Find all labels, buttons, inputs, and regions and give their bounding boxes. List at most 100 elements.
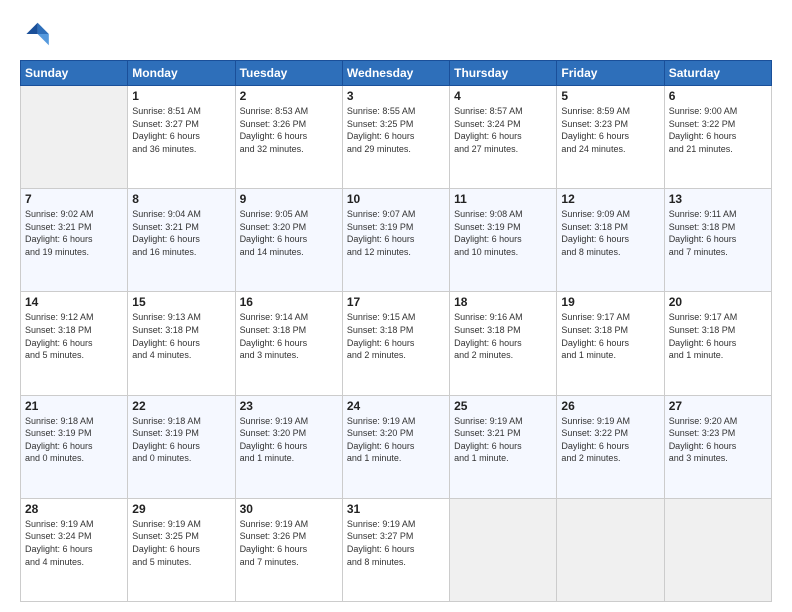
day-info: Sunrise: 9:19 AM Sunset: 3:26 PM Dayligh… [240, 518, 338, 568]
calendar-cell: 9 Sunrise: 9:05 AM Sunset: 3:20 PM Daylig… [235, 189, 342, 292]
day-number: 20 [669, 295, 767, 309]
calendar-cell: 14 Sunrise: 9:12 AM Sunset: 3:18 PM Dayli… [21, 292, 128, 395]
calendar-cell: 6Sunrise: 9:00 AM Sunset: 3:22 PM Daylig… [664, 86, 771, 189]
day-info: Sunrise: 8:59 AM Sunset: 3:23 PM Dayligh… [561, 105, 659, 155]
day-info: Sunrise: 9:19 AM Sunset: 3:20 PM Dayligh… [240, 415, 338, 465]
day-number: 13 [669, 192, 767, 206]
calendar-cell: 29 Sunrise: 9:19 AM Sunset: 3:25 PM Dayli… [128, 498, 235, 601]
calendar-cell [557, 498, 664, 601]
calendar-cell: 11Sunrise: 9:08 AM Sunset: 3:19 PM Dayli… [450, 189, 557, 292]
calendar-cell: 24 Sunrise: 9:19 AM Sunset: 3:20 PM Dayli… [342, 395, 449, 498]
day-info: Sunrise: 9:15 AM Sunset: 3:18 PM Dayligh… [347, 311, 445, 361]
calendar-cell: 8 Sunrise: 9:04 AM Sunset: 3:21 PM Daylig… [128, 189, 235, 292]
calendar-cell: 12 Sunrise: 9:09 AM Sunset: 3:18 PM Dayli… [557, 189, 664, 292]
day-info: Sunrise: 9:09 AM Sunset: 3:18 PM Dayligh… [561, 208, 659, 258]
weekday-header-wednesday: Wednesday [342, 61, 449, 86]
day-info: Sunrise: 8:53 AM Sunset: 3:26 PM Dayligh… [240, 105, 338, 155]
calendar-week-2: 7 Sunrise: 9:02 AM Sunset: 3:21 PM Daylig… [21, 189, 772, 292]
day-number: 6 [669, 89, 767, 103]
day-info: Sunrise: 9:08 AM Sunset: 3:19 PM Dayligh… [454, 208, 552, 258]
header [20, 18, 772, 50]
calendar-cell: 2Sunrise: 8:53 AM Sunset: 3:26 PM Daylig… [235, 86, 342, 189]
day-info: Sunrise: 9:19 AM Sunset: 3:20 PM Dayligh… [347, 415, 445, 465]
day-info: Sunrise: 9:19 AM Sunset: 3:27 PM Dayligh… [347, 518, 445, 568]
day-number: 12 [561, 192, 659, 206]
day-info: Sunrise: 9:13 AM Sunset: 3:18 PM Dayligh… [132, 311, 230, 361]
day-info: Sunrise: 9:14 AM Sunset: 3:18 PM Dayligh… [240, 311, 338, 361]
day-number: 19 [561, 295, 659, 309]
day-info: Sunrise: 9:07 AM Sunset: 3:19 PM Dayligh… [347, 208, 445, 258]
calendar-week-3: 14 Sunrise: 9:12 AM Sunset: 3:18 PM Dayli… [21, 292, 772, 395]
day-info: Sunrise: 9:04 AM Sunset: 3:21 PM Dayligh… [132, 208, 230, 258]
day-number: 21 [25, 399, 123, 413]
day-number: 22 [132, 399, 230, 413]
page: SundayMondayTuesdayWednesdayThursdayFrid… [0, 0, 792, 612]
calendar-cell: 18Sunrise: 9:16 AM Sunset: 3:18 PM Dayli… [450, 292, 557, 395]
weekday-header-sunday: Sunday [21, 61, 128, 86]
calendar-cell [664, 498, 771, 601]
day-info: Sunrise: 9:05 AM Sunset: 3:20 PM Dayligh… [240, 208, 338, 258]
weekday-header-thursday: Thursday [450, 61, 557, 86]
calendar-cell: 17Sunrise: 9:15 AM Sunset: 3:18 PM Dayli… [342, 292, 449, 395]
calendar-cell: 31 Sunrise: 9:19 AM Sunset: 3:27 PM Dayli… [342, 498, 449, 601]
calendar-cell: 23 Sunrise: 9:19 AM Sunset: 3:20 PM Dayli… [235, 395, 342, 498]
day-number: 16 [240, 295, 338, 309]
day-number: 10 [347, 192, 445, 206]
weekday-header-saturday: Saturday [664, 61, 771, 86]
day-info: Sunrise: 9:18 AM Sunset: 3:19 PM Dayligh… [25, 415, 123, 465]
day-info: Sunrise: 9:19 AM Sunset: 3:21 PM Dayligh… [454, 415, 552, 465]
calendar-cell: 1Sunrise: 8:51 AM Sunset: 3:27 PM Daylig… [128, 86, 235, 189]
calendar-cell: 19 Sunrise: 9:17 AM Sunset: 3:18 PM Dayli… [557, 292, 664, 395]
calendar-cell: 13 Sunrise: 9:11 AM Sunset: 3:18 PM Dayli… [664, 189, 771, 292]
day-info: Sunrise: 9:12 AM Sunset: 3:18 PM Dayligh… [25, 311, 123, 361]
calendar-week-5: 28 Sunrise: 9:19 AM Sunset: 3:24 PM Dayli… [21, 498, 772, 601]
day-number: 24 [347, 399, 445, 413]
day-number: 9 [240, 192, 338, 206]
calendar-week-1: 1Sunrise: 8:51 AM Sunset: 3:27 PM Daylig… [21, 86, 772, 189]
day-info: Sunrise: 9:11 AM Sunset: 3:18 PM Dayligh… [669, 208, 767, 258]
day-number: 28 [25, 502, 123, 516]
day-info: Sunrise: 9:17 AM Sunset: 3:18 PM Dayligh… [561, 311, 659, 361]
day-number: 29 [132, 502, 230, 516]
calendar-cell: 21 Sunrise: 9:18 AM Sunset: 3:19 PM Dayli… [21, 395, 128, 498]
day-number: 8 [132, 192, 230, 206]
calendar-table: SundayMondayTuesdayWednesdayThursdayFrid… [20, 60, 772, 602]
day-number: 23 [240, 399, 338, 413]
day-info: Sunrise: 9:19 AM Sunset: 3:24 PM Dayligh… [25, 518, 123, 568]
day-info: Sunrise: 9:19 AM Sunset: 3:25 PM Dayligh… [132, 518, 230, 568]
day-info: Sunrise: 9:19 AM Sunset: 3:22 PM Dayligh… [561, 415, 659, 465]
day-number: 14 [25, 295, 123, 309]
calendar-cell: 25 Sunrise: 9:19 AM Sunset: 3:21 PM Dayli… [450, 395, 557, 498]
calendar-header: SundayMondayTuesdayWednesdayThursdayFrid… [21, 61, 772, 86]
day-number: 27 [669, 399, 767, 413]
day-info: Sunrise: 9:16 AM Sunset: 3:18 PM Dayligh… [454, 311, 552, 361]
calendar-cell: 28 Sunrise: 9:19 AM Sunset: 3:24 PM Dayli… [21, 498, 128, 601]
calendar-body: 1Sunrise: 8:51 AM Sunset: 3:27 PM Daylig… [21, 86, 772, 602]
day-number: 30 [240, 502, 338, 516]
weekday-header-friday: Friday [557, 61, 664, 86]
calendar-cell [450, 498, 557, 601]
day-number: 25 [454, 399, 552, 413]
day-info: Sunrise: 9:18 AM Sunset: 3:19 PM Dayligh… [132, 415, 230, 465]
calendar-cell: 20Sunrise: 9:17 AM Sunset: 3:18 PM Dayli… [664, 292, 771, 395]
day-info: Sunrise: 9:20 AM Sunset: 3:23 PM Dayligh… [669, 415, 767, 465]
weekday-header-row: SundayMondayTuesdayWednesdayThursdayFrid… [21, 61, 772, 86]
calendar-cell: 22 Sunrise: 9:18 AM Sunset: 3:19 PM Dayli… [128, 395, 235, 498]
day-info: Sunrise: 8:55 AM Sunset: 3:25 PM Dayligh… [347, 105, 445, 155]
day-number: 3 [347, 89, 445, 103]
day-number: 31 [347, 502, 445, 516]
calendar-cell: 16 Sunrise: 9:14 AM Sunset: 3:18 PM Dayli… [235, 292, 342, 395]
weekday-header-monday: Monday [128, 61, 235, 86]
day-number: 26 [561, 399, 659, 413]
calendar-week-4: 21 Sunrise: 9:18 AM Sunset: 3:19 PM Dayli… [21, 395, 772, 498]
day-number: 15 [132, 295, 230, 309]
day-info: Sunrise: 9:02 AM Sunset: 3:21 PM Dayligh… [25, 208, 123, 258]
day-number: 7 [25, 192, 123, 206]
day-info: Sunrise: 8:57 AM Sunset: 3:24 PM Dayligh… [454, 105, 552, 155]
day-info: Sunrise: 8:51 AM Sunset: 3:27 PM Dayligh… [132, 105, 230, 155]
calendar-cell: 5Sunrise: 8:59 AM Sunset: 3:23 PM Daylig… [557, 86, 664, 189]
calendar-cell: 7 Sunrise: 9:02 AM Sunset: 3:21 PM Daylig… [21, 189, 128, 292]
calendar-cell: 3 Sunrise: 8:55 AM Sunset: 3:25 PM Daylig… [342, 86, 449, 189]
calendar-cell: 4Sunrise: 8:57 AM Sunset: 3:24 PM Daylig… [450, 86, 557, 189]
logo-icon [20, 18, 52, 50]
